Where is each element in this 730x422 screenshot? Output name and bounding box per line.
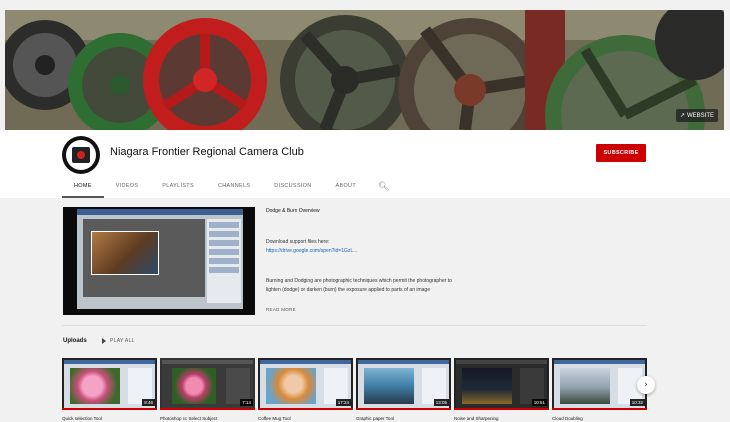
watched-progress bbox=[552, 408, 647, 410]
video-title[interactable]: Quick selection Tool bbox=[62, 416, 157, 421]
tab-about[interactable]: ABOUT bbox=[324, 176, 368, 198]
channel-name: Niagara Frontier Regional Camera Club bbox=[110, 146, 304, 158]
featured-description-line: Download support files here: bbox=[266, 239, 330, 245]
video-thumbnail[interactable]: 8:46 bbox=[62, 358, 157, 410]
video-thumbnail[interactable]: 7:14 bbox=[160, 358, 255, 410]
banner-wheels-image bbox=[5, 10, 724, 130]
tab-channels[interactable]: CHANNELS bbox=[206, 176, 262, 198]
featured-video-title[interactable]: Dodge & Burn Overview bbox=[266, 208, 320, 214]
featured-video-thumbnail[interactable] bbox=[63, 207, 255, 315]
video-title[interactable]: Photoshop cc Select Subject bbox=[160, 416, 255, 421]
tab-videos[interactable]: VIDEOS bbox=[104, 176, 151, 198]
video-duration: 17:24 bbox=[335, 399, 351, 406]
video-title[interactable]: Coffee Mug Tool bbox=[258, 416, 353, 421]
video-title[interactable]: Noise and Sharpening bbox=[454, 416, 549, 421]
video-title[interactable]: Graphic paper Tool bbox=[356, 416, 451, 421]
video-thumbnail[interactable]: 13:05 bbox=[356, 358, 451, 410]
video-card[interactable]: 8:46 Quick selection Tool bbox=[62, 358, 157, 421]
section-divider bbox=[62, 325, 647, 326]
chevron-right-icon[interactable]: › bbox=[637, 376, 655, 394]
video-duration: 13:05 bbox=[433, 399, 449, 406]
uploads-shelf: 8:46 Quick selection Tool 7:14 Photoshop… bbox=[62, 358, 648, 421]
video-thumbnail[interactable]: 10:32 bbox=[552, 358, 647, 410]
featured-download-link[interactable]: https://drive.google.com/open?id=1GzL... bbox=[266, 248, 357, 254]
channel-avatar[interactable] bbox=[62, 136, 100, 174]
external-link-icon: ↗ bbox=[679, 113, 685, 119]
watched-progress bbox=[62, 408, 157, 410]
uploads-heading[interactable]: Uploads bbox=[63, 338, 87, 344]
video-thumbnail[interactable]: 17:24 bbox=[258, 358, 353, 410]
video-duration: 7:14 bbox=[240, 399, 253, 406]
tab-discussion[interactable]: DISCUSSION bbox=[262, 176, 323, 198]
play-all-button[interactable]: PLAY ALL bbox=[102, 338, 135, 344]
video-card[interactable]: 10:51 Noise and Sharpening bbox=[454, 358, 549, 421]
video-card[interactable]: 7:14 Photoshop cc Select Subject bbox=[160, 358, 255, 421]
video-duration: 10:51 bbox=[531, 399, 547, 406]
camera-logo-icon bbox=[72, 147, 90, 163]
video-card[interactable]: 17:24 Coffee Mug Tool bbox=[258, 358, 353, 421]
watched-progress bbox=[454, 408, 549, 410]
channel-tabs: HOME VIDEOS PLAYLISTS CHANNELS DISCUSSIO… bbox=[62, 176, 400, 198]
video-thumbnail[interactable]: 10:51 bbox=[454, 358, 549, 410]
subscribe-button[interactable]: SUBSCRIBE bbox=[596, 144, 646, 162]
play-icon bbox=[102, 338, 106, 344]
banner-website-link[interactable]: ↗ WEBSITE bbox=[675, 109, 718, 122]
channel-header: Niagara Frontier Regional Camera Club SU… bbox=[0, 130, 730, 198]
watched-progress bbox=[258, 408, 353, 410]
featured-photo bbox=[91, 231, 159, 275]
tab-playlists[interactable]: PLAYLISTS bbox=[150, 176, 206, 198]
watched-progress bbox=[160, 408, 255, 410]
watched-progress bbox=[356, 408, 451, 410]
video-title[interactable]: Cloud Doubling bbox=[552, 416, 647, 421]
search-icon[interactable]: 🔍︎ bbox=[368, 176, 400, 198]
channel-banner: ↗ WEBSITE bbox=[5, 10, 724, 130]
featured-description: Burning and Dodging are photographic tec… bbox=[266, 278, 452, 293]
video-card[interactable]: 13:05 Graphic paper Tool bbox=[356, 358, 451, 421]
read-more-link[interactable]: READ MORE bbox=[266, 307, 296, 312]
tab-home[interactable]: HOME bbox=[62, 176, 104, 198]
video-duration: 8:46 bbox=[142, 399, 155, 406]
video-card[interactable]: 10:32 Cloud Doubling bbox=[552, 358, 647, 421]
video-duration: 10:32 bbox=[629, 399, 645, 406]
